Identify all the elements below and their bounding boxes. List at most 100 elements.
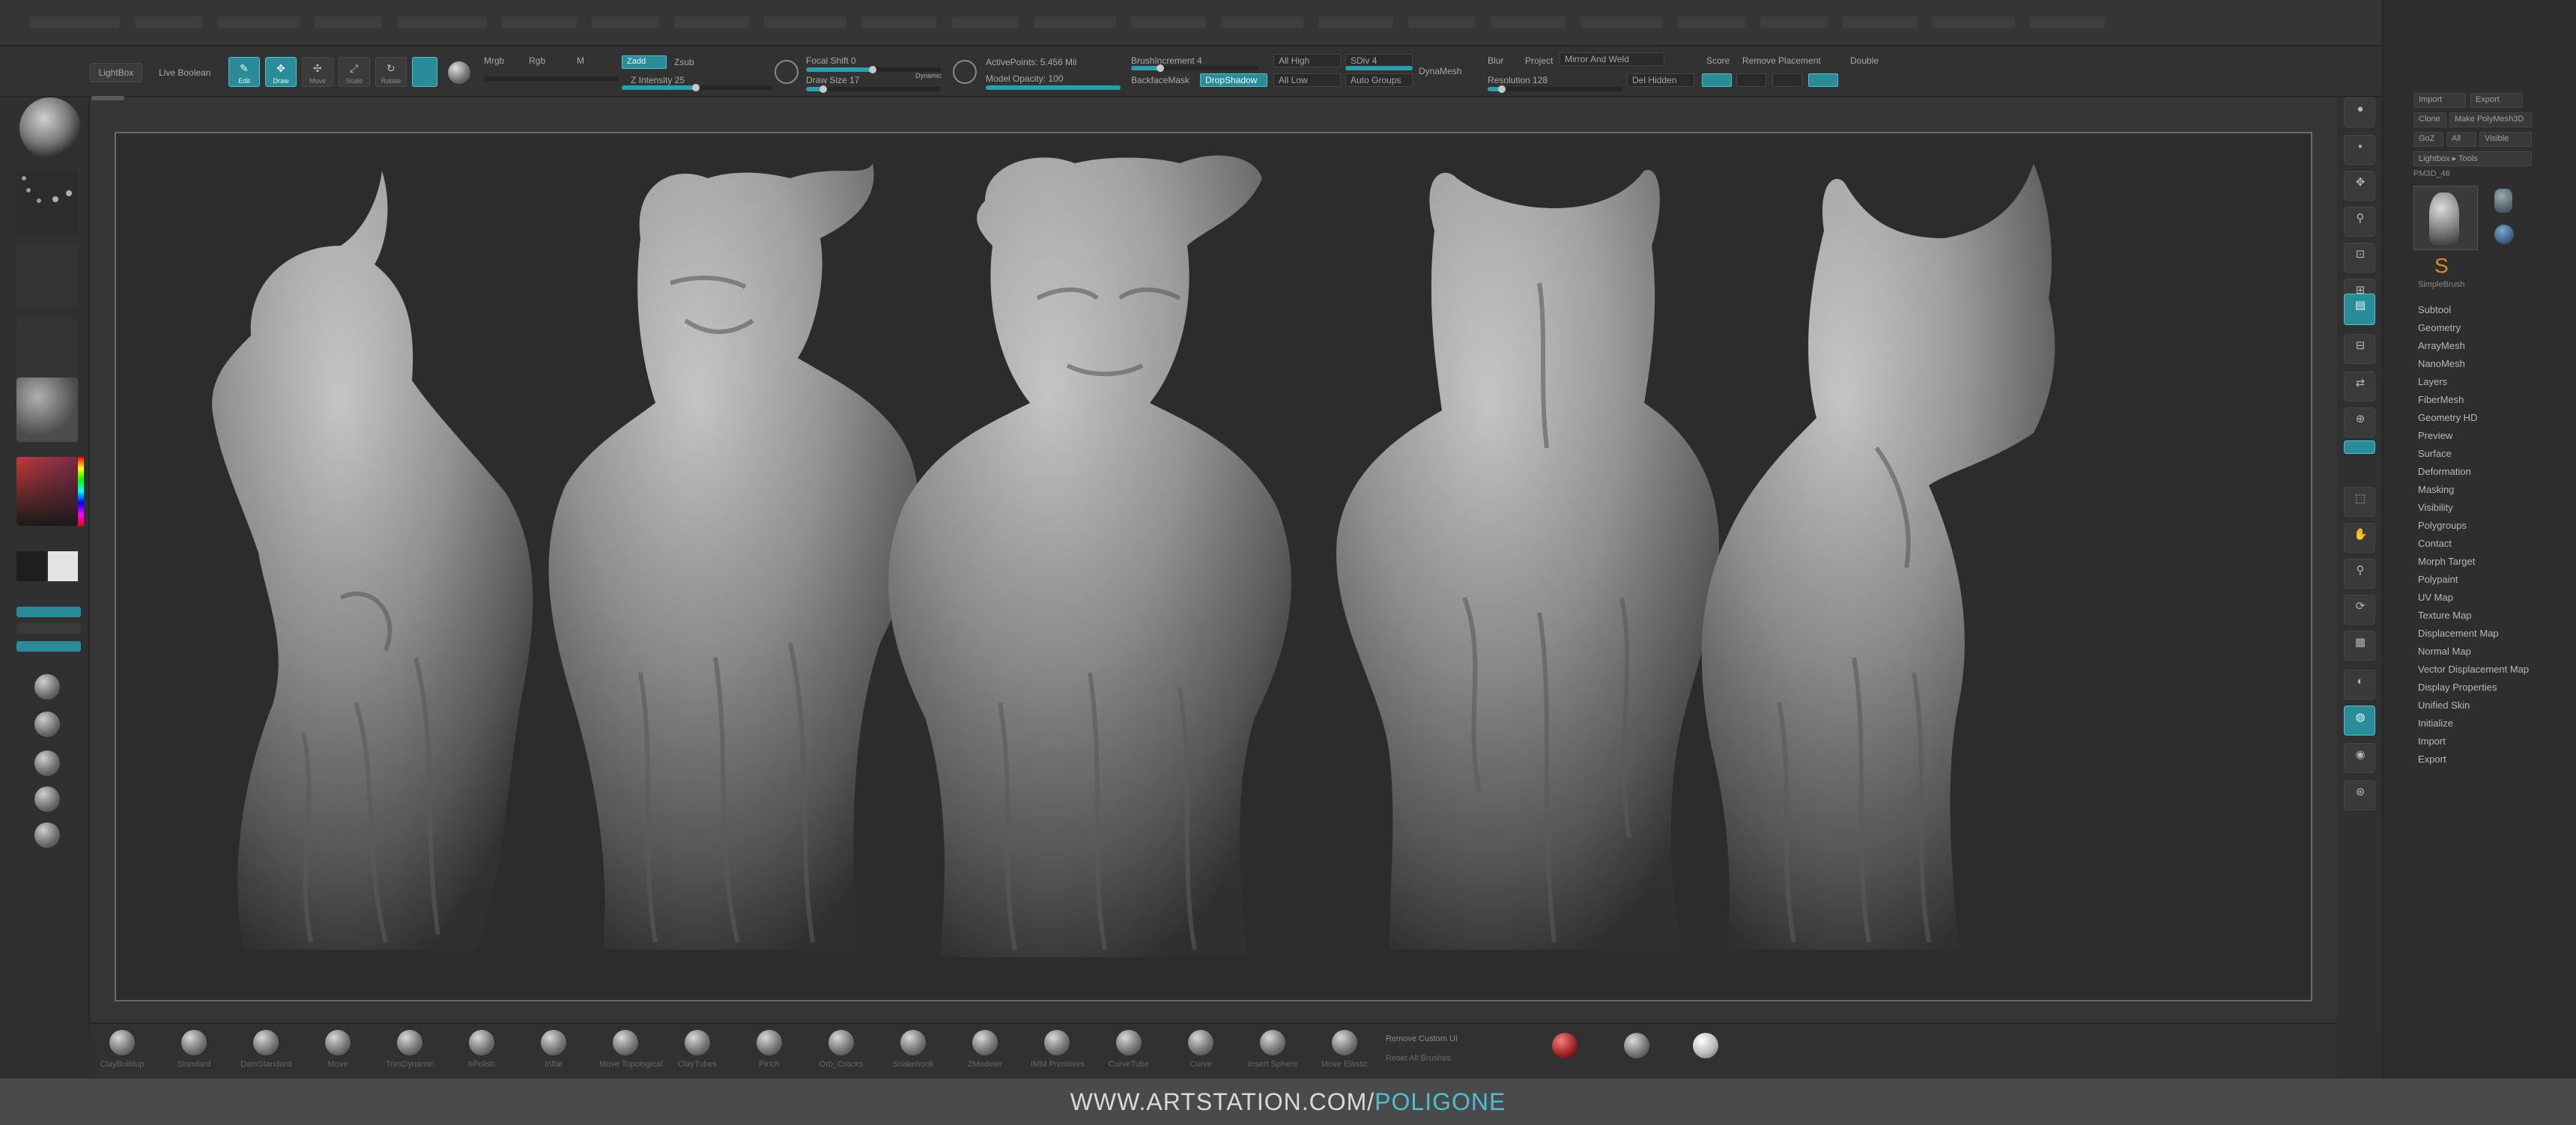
menu-item-draw[interactable] (397, 16, 487, 28)
subpalette-geometry[interactable]: Geometry (2418, 322, 2461, 333)
polish-a-toggle[interactable] (1736, 73, 1766, 87)
subpalette-geometry-hd[interactable]: Geometry HD (2418, 412, 2477, 423)
goz-button[interactable]: GoZ (2413, 132, 2443, 147)
transp-button[interactable]: ◐ (2344, 670, 2375, 700)
menu-item-movie[interactable] (1131, 16, 1206, 28)
zsub-toggle[interactable]: Zsub (674, 57, 694, 67)
subpalette-surface[interactable]: Surface (2418, 448, 2452, 459)
rgb-toggle[interactable]: Rgb (529, 55, 545, 66)
brush-slot[interactable]: Move Topological (599, 1030, 663, 1075)
cylinder-tool-thumbnail[interactable] (2481, 186, 2526, 216)
menu-item-macro[interactable] (861, 16, 936, 28)
brush-slot[interactable]: ZModeler (959, 1030, 1011, 1075)
move-view-button[interactable]: ✋ (2344, 523, 2375, 553)
drop-shadow-toggle[interactable]: DropShadow (1200, 73, 1267, 87)
live-boolean-button[interactable]: Live Boolean (159, 67, 210, 78)
brush-slot[interactable]: Snakehook (887, 1030, 939, 1075)
brush-thumbnail[interactable] (19, 97, 81, 159)
color-picker[interactable] (16, 457, 84, 526)
draw-button[interactable]: ✥ Draw (265, 57, 297, 87)
subpalette-uv-map[interactable]: UV Map (2418, 592, 2453, 603)
stroke-thumbnail[interactable] (16, 171, 78, 234)
del-hidden-button[interactable]: Del Hidden (1627, 73, 1694, 87)
left-tray-toggle-1[interactable] (16, 607, 81, 617)
xpose-button[interactable]: ⊛ (2344, 780, 2375, 810)
menu-item-transform[interactable] (1843, 16, 1918, 28)
polyframe-button[interactable] (412, 57, 437, 87)
left-brush-slot-3[interactable] (34, 750, 60, 776)
zoom3d-button[interactable]: ⚲ (2344, 559, 2375, 589)
subpalette-morph-target[interactable]: Morph Target (2418, 556, 2475, 567)
rgb-intensity-slider[interactable] (484, 76, 619, 81)
subpalette-layers[interactable]: Layers (2418, 376, 2447, 387)
lightbox-button[interactable]: LightBox (90, 63, 142, 82)
subpalette-nanomesh[interactable]: NanoMesh (2418, 358, 2465, 369)
score-toggle[interactable]: Score (1706, 55, 1730, 66)
current-tool-thumbnail[interactable] (2413, 186, 2478, 250)
menu-item-marker[interactable] (951, 16, 1019, 28)
all-high-button[interactable]: All High (1273, 54, 1341, 67)
make-polymesh-button[interactable]: Make PolyMesh3D (2449, 112, 2532, 127)
dynamic-toggle[interactable]: Dynamic (915, 72, 942, 79)
subpalette-displacement-map[interactable]: Displacement Map (2418, 628, 2499, 639)
brush-slot[interactable]: ClayBuildup (96, 1030, 148, 1075)
rotate-view-button[interactable]: ⟳ (2344, 595, 2375, 625)
edit-button[interactable]: ✎ Edit (228, 57, 260, 87)
xyz-button[interactable] (2344, 440, 2375, 454)
move-button[interactable]: ✣ Move (302, 57, 333, 87)
brush-slot[interactable]: Inflat (527, 1030, 580, 1075)
bpr-button[interactable]: ● (2344, 97, 2375, 127)
backface-mask-toggle[interactable]: BackfaceMask (1131, 75, 1189, 85)
polish-toggle[interactable] (1702, 73, 1732, 87)
resolution-slider[interactable] (1488, 85, 1622, 93)
polish-c-toggle[interactable] (1808, 73, 1838, 87)
subpalette-fibermesh[interactable]: FiberMesh (2418, 394, 2464, 405)
local-button[interactable]: ⇄ (2344, 372, 2375, 401)
m-toggle[interactable]: M (577, 55, 584, 66)
persp-button[interactable]: ▤ (2344, 294, 2375, 325)
menu-item-stroke[interactable] (1581, 16, 1663, 28)
footer-url[interactable]: WWW.ARTSTATION.COM (1070, 1088, 1368, 1115)
brush-slot[interactable]: Curve (1175, 1030, 1227, 1075)
subpalette-import[interactable]: Import (2418, 736, 2446, 747)
scroll-button[interactable]: ✥ (2344, 171, 2375, 201)
goz-all-button[interactable]: All (2446, 132, 2476, 147)
sphere-tool-thumbnail[interactable] (2481, 222, 2526, 252)
double-toggle[interactable]: Double (1850, 55, 1879, 66)
ghost-button[interactable]: ◍ (2344, 706, 2375, 736)
menu-item-file[interactable] (592, 16, 659, 28)
gizmo-button[interactable]: ⊕ (2344, 407, 2375, 437)
actual-button[interactable]: ⊡ (2344, 243, 2375, 273)
menu-item-zplugin[interactable] (1933, 16, 2015, 28)
polish-b-toggle[interactable] (1772, 73, 1802, 87)
menu-item-brush[interactable] (135, 16, 202, 28)
rotate-button[interactable]: ↻ Rotate (375, 57, 407, 87)
zadd-toggle[interactable]: Zadd (622, 55, 667, 69)
brush-increment-slider[interactable] (1131, 64, 1258, 72)
solo-button[interactable]: ◉ (2344, 743, 2375, 773)
left-tray-toggle-2[interactable] (16, 623, 81, 634)
dynamesh-button[interactable]: DynaMesh (1419, 66, 1461, 76)
menu-item-preferences[interactable] (1318, 16, 1393, 28)
menu-item-texture[interactable] (1678, 16, 1745, 28)
left-tray-toggle-3[interactable] (16, 641, 81, 652)
remove-custom-ui-button[interactable]: Remove Custom UI (1386, 1034, 1458, 1043)
subpalette-masking[interactable]: Masking (2418, 484, 2454, 495)
frame-button[interactable]: ⬚ (2344, 487, 2375, 517)
z-intensity-slider[interactable] (622, 84, 772, 91)
brush-slot[interactable]: Pinch (743, 1030, 795, 1075)
secondary-color-swatch[interactable] (48, 551, 78, 581)
brush-slot[interactable]: CurveTube (1103, 1030, 1155, 1075)
texture-thumbnail[interactable] (16, 318, 78, 380)
subpalette-deformation[interactable]: Deformation (2418, 466, 2471, 477)
subpalette-arraymesh[interactable]: ArrayMesh (2418, 340, 2465, 351)
menu-item-zscript[interactable] (2030, 16, 2105, 28)
clone-button[interactable]: Clone (2413, 112, 2446, 127)
goz-visible-button[interactable]: Visible (2479, 132, 2532, 147)
reset-all-brushes-button[interactable]: Reset All Brushes (1386, 1054, 1451, 1063)
auto-groups-button[interactable]: Auto Groups (1345, 73, 1413, 87)
menu-item-layer[interactable] (674, 16, 749, 28)
menu-item-edit[interactable] (502, 16, 577, 28)
brush-slot[interactable]: TrimDynamic (384, 1030, 436, 1075)
menu-item-material[interactable] (1034, 16, 1116, 28)
